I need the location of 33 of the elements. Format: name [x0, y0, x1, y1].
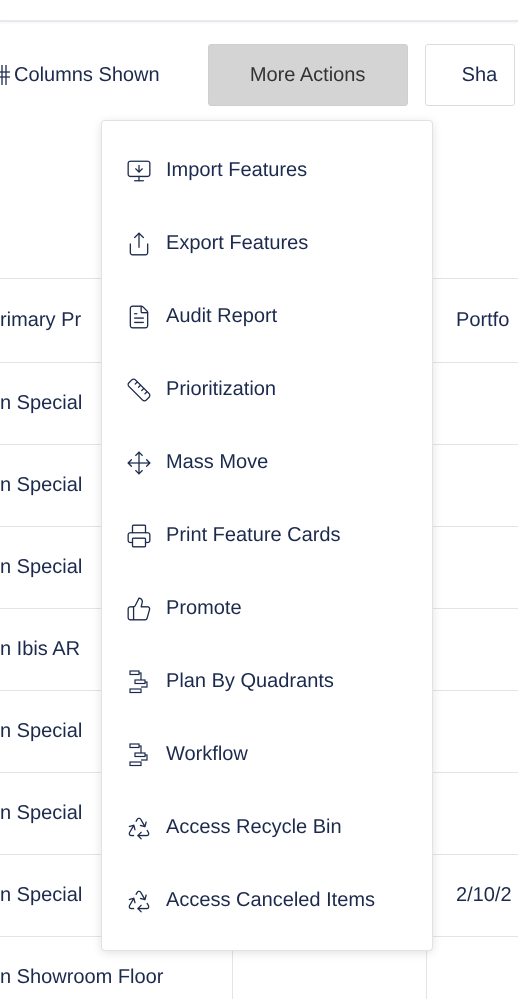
monitor-icon — [126, 158, 152, 184]
menu-item[interactable]: Prioritization — [102, 353, 432, 426]
table-cell: n Special — [0, 884, 82, 907]
recycle-icon — [126, 814, 152, 840]
table-cell: n Special — [0, 720, 82, 743]
table-cell: n Special — [0, 802, 82, 825]
toolbar-button[interactable]: More Actions — [208, 44, 408, 106]
toolbar-button[interactable]: Sha — [424, 44, 515, 106]
menu-item[interactable]: Import Features — [102, 134, 432, 207]
menu-item[interactable]: Plan By Quadrants — [102, 645, 432, 718]
column-header: rimary Pr — [0, 309, 82, 332]
menu-item[interactable]: Audit Report — [102, 280, 432, 353]
menu-item[interactable]: Mass Move — [102, 426, 432, 499]
ruler-icon — [126, 376, 152, 402]
table-cell: n Ibis AR — [0, 638, 80, 661]
table-cell: n Special — [0, 392, 82, 415]
column-header: Portfo — [456, 309, 510, 332]
recycle-icon — [126, 888, 152, 914]
thumbs-up-icon — [126, 596, 152, 622]
table-cell: n Special — [0, 474, 82, 497]
menu-item[interactable]: Access Canceled Items — [102, 864, 432, 937]
table-cell: n Special — [0, 556, 82, 579]
menu-item[interactable]: Workflow — [102, 718, 432, 791]
printer-icon — [126, 522, 152, 548]
table-cell: n Showroom Floor — [0, 966, 164, 989]
menu-item[interactable]: Print Feature Cards — [102, 499, 432, 572]
table-cell: 2/10/2 — [456, 884, 512, 907]
columns-shown-label[interactable]: Columns Shown — [14, 64, 160, 86]
menu-item[interactable]: Export Features — [102, 207, 432, 280]
menu-item[interactable]: Promote — [102, 572, 432, 645]
columns-icon — [0, 64, 10, 86]
move-icon — [126, 450, 152, 476]
menu-item[interactable]: Access Recycle Bin — [102, 791, 432, 864]
